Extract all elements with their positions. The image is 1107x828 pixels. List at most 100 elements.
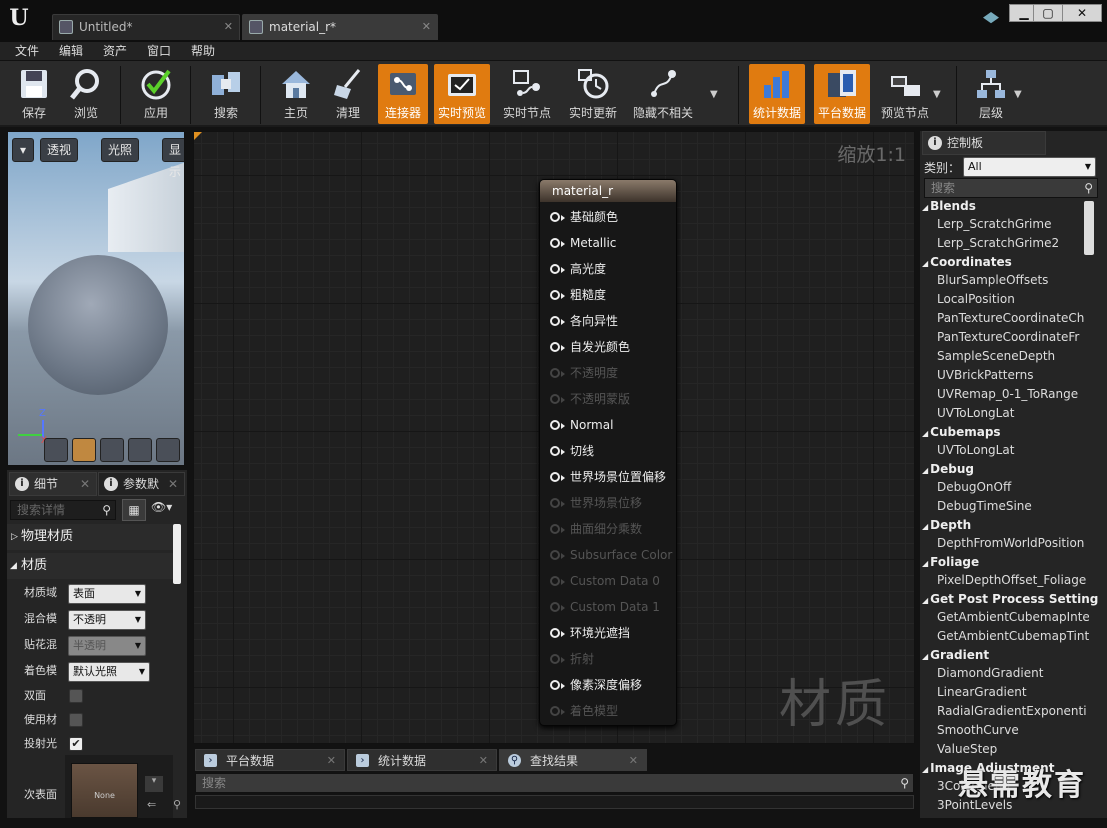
- palette-category[interactable]: ◢ Depth: [922, 516, 971, 534]
- clean-button[interactable]: 清理: [323, 64, 373, 124]
- node-input-pin[interactable]: 粗糙度: [550, 282, 606, 308]
- node-input-pin[interactable]: 像素深度偏移: [550, 672, 642, 698]
- node-input-pin[interactable]: 世界场景位置偏移: [550, 464, 666, 490]
- close-icon[interactable]: ✕: [479, 750, 488, 772]
- cylinder-preview-button[interactable]: [44, 438, 68, 462]
- maximize-button[interactable]: ▢: [1033, 4, 1063, 22]
- palette-item[interactable]: BlurSampleOffsets: [937, 271, 1089, 290]
- tab-platform-stats[interactable]: › 平台数据 ✕: [195, 749, 345, 771]
- palette-category[interactable]: ◢ Blends: [922, 197, 976, 215]
- palette-category[interactable]: ◢ Coordinates: [922, 253, 1012, 271]
- live-nodes-button[interactable]: 实时节点: [500, 64, 554, 124]
- close-icon[interactable]: ✕: [80, 473, 90, 495]
- palette-item[interactable]: GetAmbientCubemapInte: [937, 608, 1089, 627]
- palette-search-input[interactable]: 搜索 ⚲: [924, 178, 1098, 198]
- close-icon[interactable]: ✕: [629, 750, 638, 772]
- palette-item[interactable]: LocalPosition: [937, 290, 1089, 309]
- palette-scrollbar[interactable]: [1084, 201, 1094, 255]
- node-input-pin[interactable]: 切线: [550, 438, 594, 464]
- browse-button[interactable]: 浏览: [61, 64, 111, 124]
- palette-item[interactable]: Lerp_ScratchGrime2: [937, 234, 1089, 253]
- live-update-button[interactable]: 实时更新: [566, 64, 620, 124]
- use-selected-arrow-icon[interactable]: ⇐: [147, 798, 156, 811]
- details-scrollbar[interactable]: [173, 524, 181, 584]
- search-button[interactable]: 搜索: [201, 64, 251, 124]
- tab-parameter-defaults[interactable]: i 参数默 ✕: [98, 472, 185, 496]
- sphere-preview-button[interactable]: [72, 438, 96, 462]
- two-sided-checkbox[interactable]: [69, 689, 83, 703]
- blend-mode-select[interactable]: 不透明: [68, 610, 146, 630]
- tab-details[interactable]: i 细节 ✕: [9, 472, 97, 496]
- hide-unrelated-button[interactable]: 隐藏不相关: [632, 64, 694, 124]
- menu-file[interactable]: 文件: [15, 42, 39, 61]
- palette-category[interactable]: ◢ Gradient: [922, 646, 989, 664]
- palette-item[interactable]: Lerp_ScratchGrime: [937, 215, 1089, 234]
- preview-dropdown-icon[interactable]: ▼: [933, 89, 941, 100]
- menu-edit[interactable]: 编辑: [59, 42, 83, 61]
- shading-model-select[interactable]: 默认光照: [68, 662, 150, 682]
- node-input-pin[interactable]: Metallic: [550, 230, 616, 256]
- apply-button[interactable]: 应用: [131, 64, 181, 124]
- browse-texture-icon[interactable]: ⚲: [173, 798, 181, 811]
- live-preview-button[interactable]: 实时预览: [434, 64, 490, 124]
- platform-stats-button[interactable]: 平台数据: [814, 64, 870, 124]
- node-input-pin[interactable]: 环境光遮挡: [550, 620, 630, 646]
- node-input-pin[interactable]: 自发光颜色: [550, 334, 630, 360]
- stats-button[interactable]: 统计数据: [749, 64, 805, 124]
- palette-category[interactable]: ◢ Get Post Process Setting: [922, 590, 1098, 608]
- preview-nodes-button[interactable]: 预览节点: [878, 64, 932, 124]
- close-icon[interactable]: ✕: [168, 473, 178, 495]
- viewport-options-button[interactable]: ▾: [12, 138, 34, 162]
- palette-item[interactable]: UVToLongLat: [937, 404, 1089, 423]
- cube-preview-button[interactable]: [128, 438, 152, 462]
- menu-window[interactable]: 窗口: [147, 42, 171, 61]
- palette-category[interactable]: ◢ Foliage: [922, 553, 979, 571]
- palette-item[interactable]: UVToLongLat: [937, 441, 1089, 460]
- material-domain-select[interactable]: 表面: [68, 584, 146, 604]
- plane-preview-button[interactable]: [100, 438, 124, 462]
- close-icon[interactable]: ✕: [327, 750, 336, 772]
- node-input-pin[interactable]: 各向异性: [550, 308, 618, 334]
- palette-list[interactable]: ◢ Blends Lerp_ScratchGrime Lerp_ScratchGrim…: [920, 197, 1107, 818]
- close-icon[interactable]: ✕: [422, 15, 431, 39]
- home-button[interactable]: 主页: [271, 64, 321, 124]
- palette-category[interactable]: ◢ Debug: [922, 460, 974, 478]
- node-input-pin[interactable]: 高光度: [550, 256, 606, 282]
- tab-palette[interactable]: i 控制板: [922, 131, 1046, 155]
- palette-item[interactable]: DepthFromWorldPosition: [937, 534, 1089, 553]
- node-input-pin[interactable]: 基础颜色: [550, 204, 618, 230]
- cast-ray-checkbox[interactable]: ✔: [69, 737, 83, 751]
- menu-help[interactable]: 帮助: [191, 42, 215, 61]
- category-filter-select[interactable]: All: [963, 157, 1096, 177]
- tab-stats[interactable]: › 统计数据 ✕: [347, 749, 497, 771]
- save-button[interactable]: 保存: [9, 64, 59, 124]
- use-material-checkbox[interactable]: [69, 713, 83, 727]
- texture-thumbnail[interactable]: None: [71, 763, 138, 818]
- perspective-button[interactable]: 透视: [40, 138, 79, 162]
- lit-button[interactable]: 光照: [101, 138, 140, 162]
- details-search-input[interactable]: 搜索详情 ⚲: [10, 500, 116, 520]
- material-result-node[interactable]: material_r 基础颜色 Metallic 高光度 粗糙度 各向异性 自发光颜色 不透…: [539, 179, 677, 726]
- find-results-search-input[interactable]: 搜索 ⚲: [195, 773, 914, 793]
- more-dropdown-icon[interactable]: ▼: [710, 89, 718, 100]
- palette-item[interactable]: PanTextureCoordinateFr: [937, 328, 1089, 347]
- palette-item[interactable]: RadialGradientExponenti: [937, 702, 1089, 721]
- palette-item[interactable]: GetAmbientCubemapTint: [937, 627, 1089, 646]
- tab-untitled[interactable]: Untitled* ✕: [52, 14, 240, 40]
- material-graph[interactable]: 缩放1:1 材质 material_r 基础颜色 Metallic 高光度 粗糙度 各向…: [193, 131, 915, 744]
- eye-visibility-icon[interactable]: 👁▾: [151, 500, 172, 514]
- tab-material[interactable]: material_r* ✕: [242, 14, 438, 40]
- tab-find-results[interactable]: ⚲ 查找结果 ✕: [499, 749, 647, 771]
- palette-item[interactable]: DiamondGradient: [937, 664, 1089, 683]
- palette-item[interactable]: UVBrickPatterns: [937, 366, 1089, 385]
- grid-view-icon[interactable]: ▦: [122, 499, 146, 521]
- palette-item[interactable]: SampleSceneDepth: [937, 347, 1089, 366]
- menu-asset[interactable]: 资产: [103, 42, 127, 61]
- palette-item[interactable]: DebugTimeSine: [937, 497, 1089, 516]
- palette-item[interactable]: PanTextureCoordinateCh: [937, 309, 1089, 328]
- category-physical-material[interactable]: ▷ 物理材质: [7, 524, 173, 550]
- palette-item[interactable]: UVRemap_0-1_ToRange: [937, 385, 1089, 404]
- connector-button[interactable]: 连接器: [378, 64, 428, 124]
- texture-dropdown-icon[interactable]: ▾: [145, 776, 163, 792]
- show-button[interactable]: 显示: [162, 138, 184, 179]
